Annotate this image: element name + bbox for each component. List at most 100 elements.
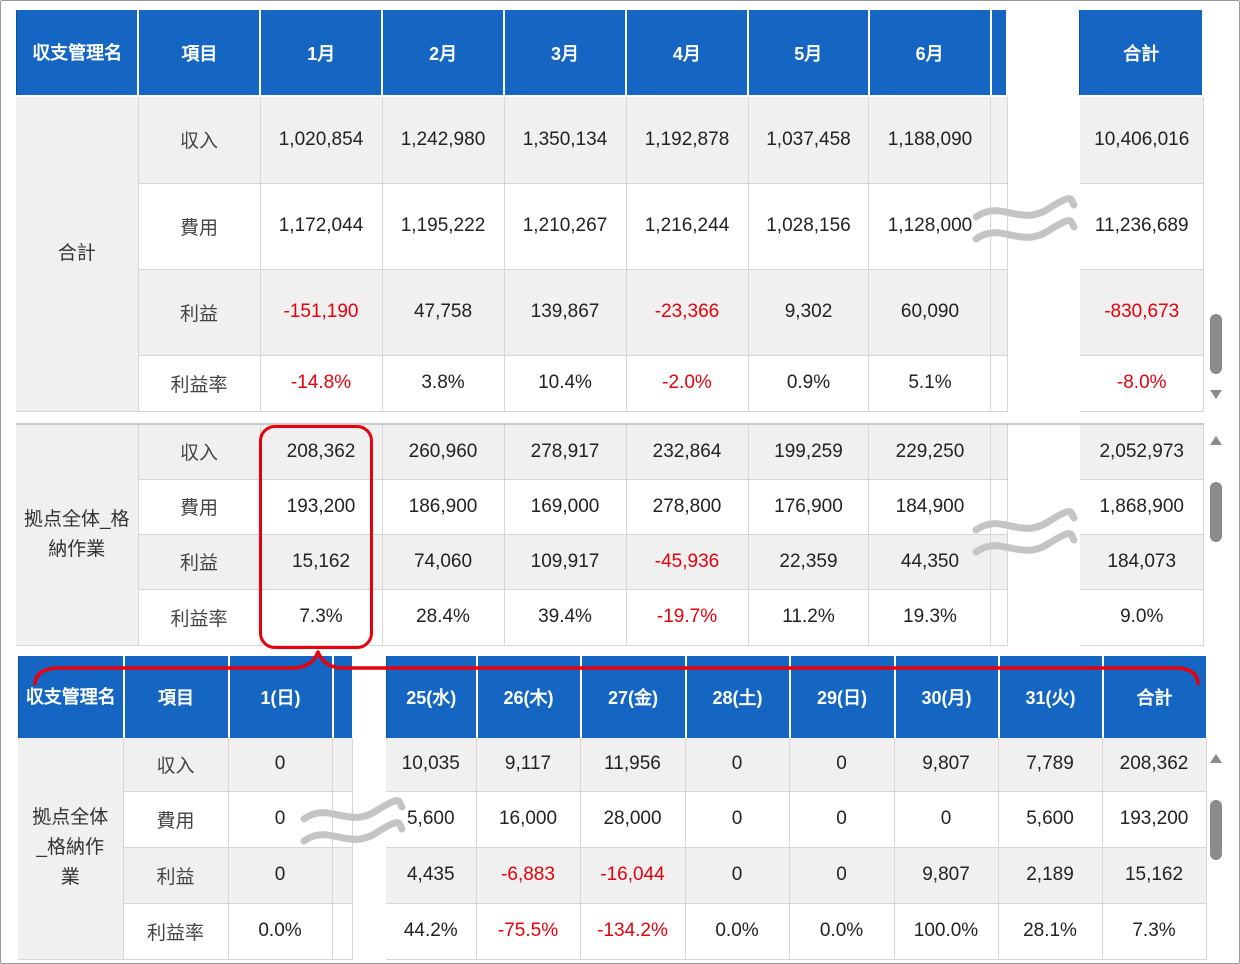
value-cell[interactable]: 199,259 xyxy=(748,424,870,480)
value-cell[interactable]: 11,956 xyxy=(580,738,686,792)
total-cell[interactable]: 11,236,689 xyxy=(1080,183,1205,270)
header-item[interactable]: 項目 xyxy=(137,10,262,95)
scrollbar-thumb[interactable] xyxy=(1210,314,1222,374)
value-cell[interactable]: 0.0% xyxy=(685,903,790,960)
header-month-5[interactable]: 5月 xyxy=(747,10,870,95)
value-cell[interactable]: 0 xyxy=(685,738,790,792)
value-cell[interactable]: 47,758 xyxy=(382,269,505,356)
value-cell[interactable]: 139,867 xyxy=(504,269,627,356)
value-cell[interactable]: 10,035 xyxy=(386,738,477,792)
value-cell[interactable]: 9,117 xyxy=(476,738,581,792)
value-cell[interactable]: 16,000 xyxy=(476,791,581,848)
total-cell[interactable]: 9.0% xyxy=(1080,589,1205,646)
total-cell[interactable]: 7.3% xyxy=(1102,903,1207,960)
value-cell[interactable]: 1,192,878 xyxy=(626,97,749,184)
scrollbar-daily[interactable] xyxy=(1208,752,1224,872)
total-cell[interactable]: 208,362 xyxy=(1102,738,1207,792)
total-cell[interactable]: 184,073 xyxy=(1080,534,1205,590)
header-month-1[interactable]: 1月 xyxy=(259,10,384,95)
value-cell[interactable]: 9,807 xyxy=(894,738,999,792)
value-cell[interactable]: 3.8% xyxy=(382,355,505,412)
total-cell[interactable]: -8.0% xyxy=(1080,355,1205,412)
scroll-up-arrow-icon[interactable] xyxy=(1210,754,1222,763)
header-management-name[interactable]: 収支管理名 xyxy=(16,10,140,95)
value-cell[interactable]: 0 xyxy=(789,791,895,848)
value-cell[interactable]: 2,189 xyxy=(998,847,1103,904)
value-cell[interactable]: 169,000 xyxy=(504,479,627,535)
value-cell[interactable]: 60,090 xyxy=(868,269,992,356)
value-cell[interactable]: 0.9% xyxy=(748,355,870,412)
value-cell[interactable]: 28.4% xyxy=(382,589,505,646)
scrollbar-thumb[interactable] xyxy=(1210,482,1222,542)
header-total[interactable]: 合計 xyxy=(1079,10,1205,95)
scroll-down-arrow-icon[interactable] xyxy=(1210,390,1222,399)
total-cell[interactable]: 1,868,900 xyxy=(1080,479,1205,535)
header-month-6[interactable]: 6月 xyxy=(868,10,992,95)
value-cell[interactable]: 1,210,267 xyxy=(504,183,627,270)
value-cell[interactable]: 0 xyxy=(789,738,895,792)
value-cell[interactable]: -45,936 xyxy=(626,534,749,590)
total-cell[interactable]: 10,406,016 xyxy=(1080,97,1205,184)
scrollbar-base[interactable] xyxy=(1208,434,1224,554)
total-cell[interactable]: 15,162 xyxy=(1102,847,1207,904)
value-cell[interactable]: 232,864 xyxy=(626,424,749,480)
value-cell[interactable]: 100.0% xyxy=(894,903,999,960)
value-cell[interactable]: 260,960 xyxy=(382,424,505,480)
value-cell[interactable]: 44.2% xyxy=(386,903,477,960)
value-cell[interactable]: -16,044 xyxy=(580,847,686,904)
value-cell[interactable]: 5,600 xyxy=(998,791,1103,848)
value-cell[interactable]: 1,242,980 xyxy=(382,97,505,184)
value-cell[interactable]: -14.8% xyxy=(260,355,383,412)
value-cell[interactable]: -2.0% xyxy=(626,355,749,412)
value-cell[interactable]: 278,800 xyxy=(626,479,749,535)
value-cell[interactable]: 19.3% xyxy=(868,589,992,646)
scrollbar-total[interactable] xyxy=(1208,300,1224,410)
scrollbar-thumb[interactable] xyxy=(1210,800,1222,860)
value-cell[interactable]: 186,900 xyxy=(382,479,505,535)
value-cell[interactable]: 39.4% xyxy=(504,589,627,646)
value-cell[interactable]: 0 xyxy=(228,738,333,792)
value-cell[interactable]: -75.5% xyxy=(476,903,581,960)
value-cell[interactable]: 0 xyxy=(789,847,895,904)
value-cell[interactable]: 1,195,222 xyxy=(382,183,505,270)
total-cell[interactable]: 193,200 xyxy=(1102,791,1207,848)
scroll-up-arrow-icon[interactable] xyxy=(1210,436,1222,445)
value-cell[interactable]: 1,172,044 xyxy=(260,183,383,270)
value-cell[interactable]: 9,807 xyxy=(894,847,999,904)
value-cell[interactable]: 1,037,458 xyxy=(748,97,870,184)
value-cell[interactable]: 7,789 xyxy=(998,738,1103,792)
value-cell[interactable]: 0.0% xyxy=(228,903,333,960)
value-cell[interactable]: -151,190 xyxy=(260,269,383,356)
value-cell[interactable]: 0 xyxy=(685,847,790,904)
value-cell[interactable]: 278,917 xyxy=(504,424,627,480)
value-cell[interactable]: 28,000 xyxy=(580,791,686,848)
header-month-2[interactable]: 2月 xyxy=(381,10,506,95)
value-cell[interactable]: 1,020,854 xyxy=(260,97,383,184)
header-month-4[interactable]: 4月 xyxy=(625,10,749,95)
value-cell[interactable]: 1,028,156 xyxy=(748,183,870,270)
value-cell[interactable]: 229,250 xyxy=(868,424,992,480)
value-cell[interactable]: 176,900 xyxy=(748,479,870,535)
value-cell[interactable]: 1,216,244 xyxy=(626,183,749,270)
value-cell[interactable]: 5.1% xyxy=(868,355,992,412)
header-month-3[interactable]: 3月 xyxy=(503,10,627,95)
value-cell[interactable]: 22,359 xyxy=(748,534,870,590)
value-cell[interactable]: 0.0% xyxy=(789,903,895,960)
value-cell[interactable]: 10.4% xyxy=(504,355,627,412)
partial-cell xyxy=(990,97,1008,184)
value-cell[interactable]: 11.2% xyxy=(748,589,870,646)
total-cell[interactable]: -830,673 xyxy=(1080,269,1205,356)
value-cell[interactable]: 0 xyxy=(894,791,999,848)
value-cell[interactable]: 1,350,134 xyxy=(504,97,627,184)
value-cell[interactable]: 9,302 xyxy=(748,269,870,356)
value-cell[interactable]: -23,366 xyxy=(626,269,749,356)
value-cell[interactable]: 1,188,090 xyxy=(868,97,992,184)
value-cell[interactable]: 74,060 xyxy=(382,534,505,590)
value-cell[interactable]: 28.1% xyxy=(998,903,1103,960)
value-cell[interactable]: -6,883 xyxy=(476,847,581,904)
value-cell[interactable]: -134.2% xyxy=(580,903,686,960)
value-cell[interactable]: 0 xyxy=(685,791,790,848)
value-cell[interactable]: -19.7% xyxy=(626,589,749,646)
value-cell[interactable]: 109,917 xyxy=(504,534,627,590)
total-cell[interactable]: 2,052,973 xyxy=(1080,424,1205,480)
